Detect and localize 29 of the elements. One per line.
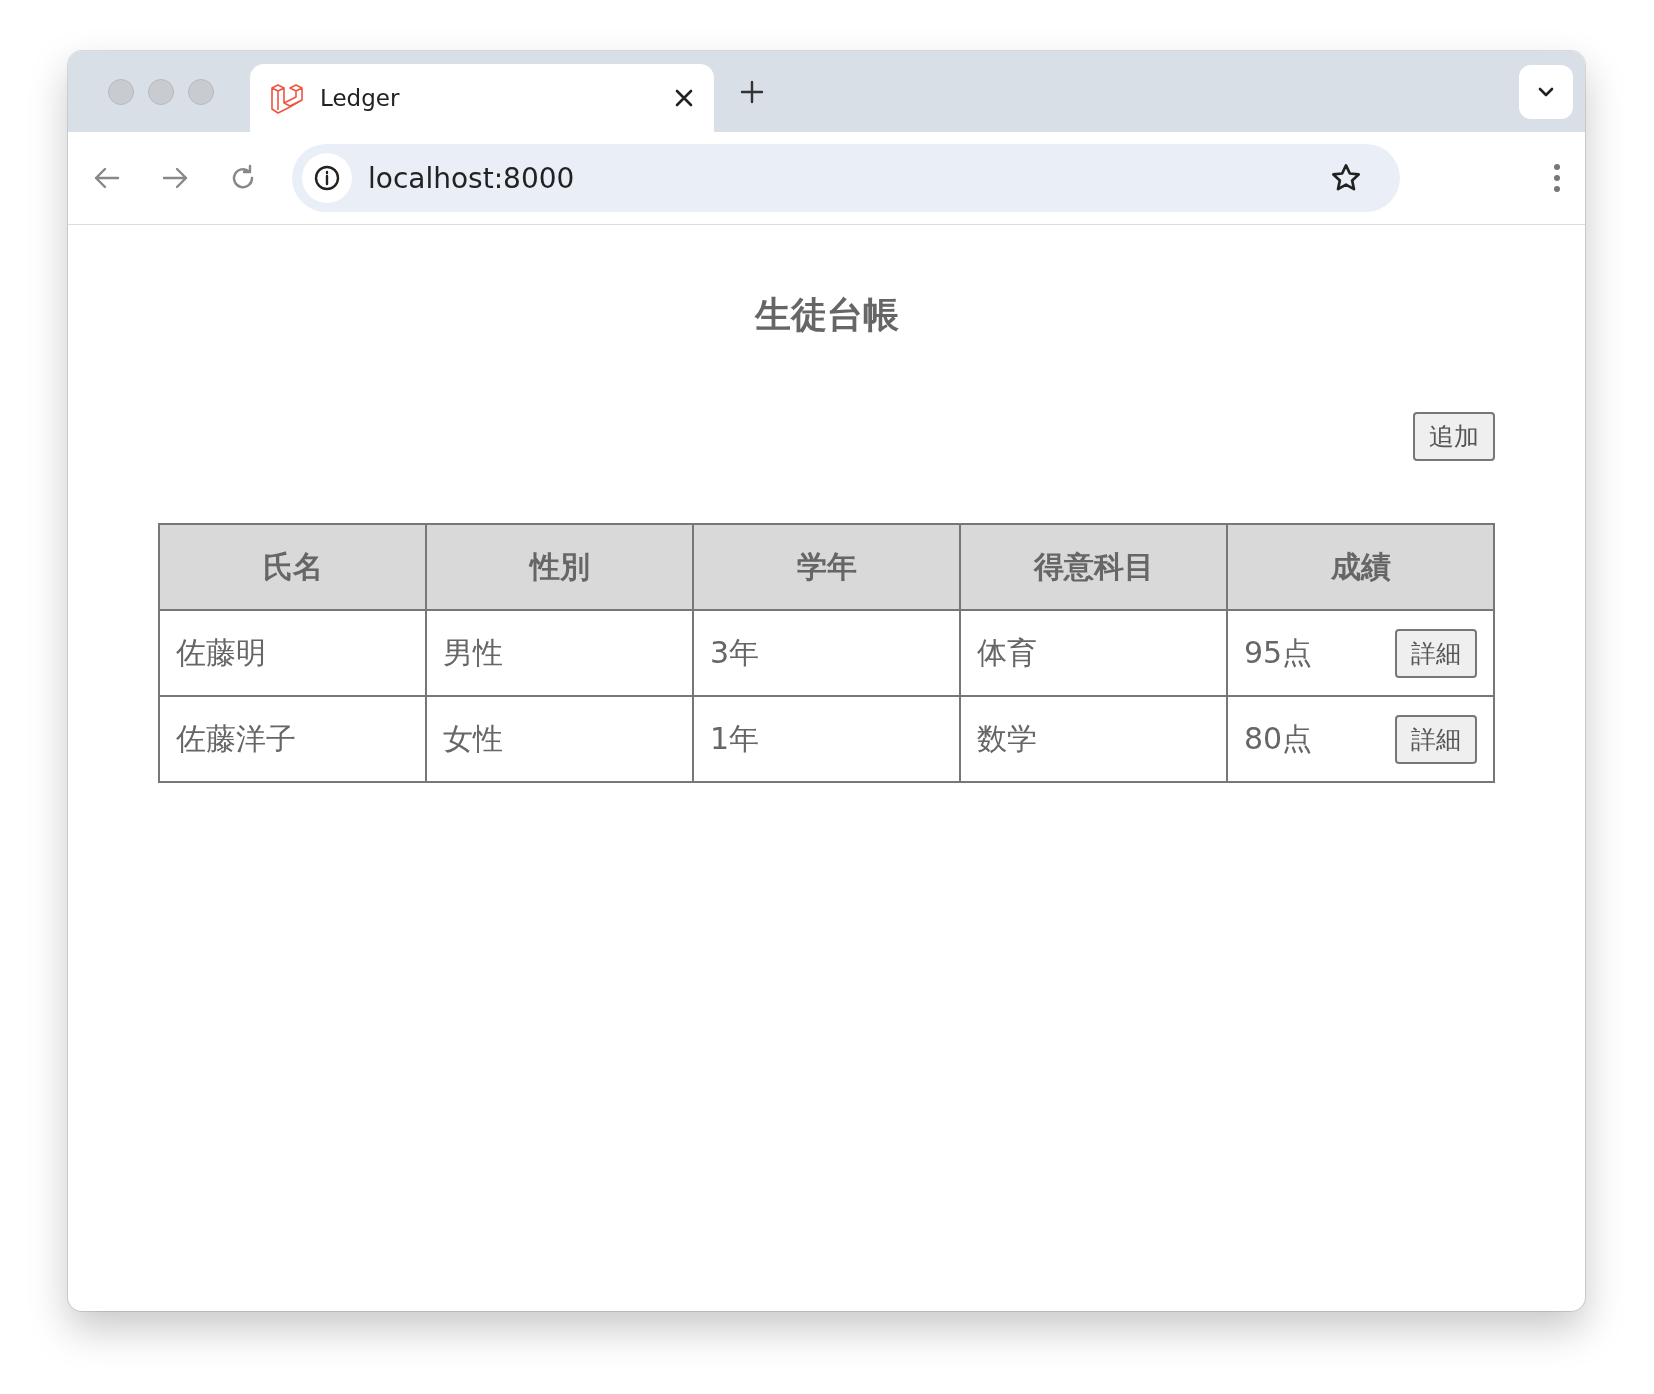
page-title: 生徒台帳 (753, 293, 900, 337)
info-icon[interactable] (302, 153, 352, 203)
table-cell: 佐藤洋子 (159, 696, 426, 782)
table-cell: 佐藤明 (159, 610, 426, 696)
cube-logo-icon (270, 81, 304, 115)
score-text: 80点 (1244, 719, 1313, 758)
address-bar[interactable]: localhost:8000 (292, 144, 1400, 212)
close-icon[interactable] (674, 88, 694, 108)
table-cell: 1年 (693, 696, 960, 782)
tab-title: Ledger (320, 85, 401, 111)
url-text: localhost:8000 (368, 161, 576, 195)
table-cell: 体育 (960, 610, 1227, 696)
column-header: 性別 (426, 524, 693, 610)
chevron-down-icon[interactable] (1519, 64, 1573, 119)
table-cell: 男性 (426, 610, 693, 696)
detail-button[interactable]: 詳細 (1395, 714, 1477, 764)
column-header: 成績 (1227, 524, 1494, 610)
plus-icon[interactable] (740, 79, 764, 104)
table-cell: 女性 (426, 696, 693, 782)
column-header: 学年 (693, 524, 960, 610)
score-text: 95点 (1244, 633, 1313, 672)
add-button[interactable]: 追加 (1413, 412, 1495, 461)
table-cell: 3年 (693, 610, 960, 696)
browser-tab[interactable]: Ledger (250, 64, 714, 132)
column-header: 氏名 (159, 524, 426, 610)
more-menu-icon[interactable] (1553, 163, 1561, 193)
column-header: 得意科目 (960, 524, 1227, 610)
table-cell: 数学 (960, 696, 1227, 782)
detail-button[interactable]: 詳細 (1395, 628, 1477, 678)
